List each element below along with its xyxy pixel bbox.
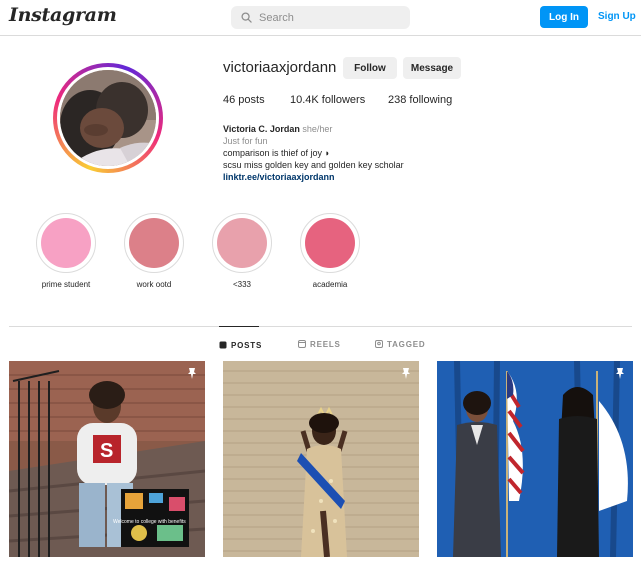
highlight-label: prime student	[41, 280, 91, 289]
reels-icon	[298, 340, 306, 348]
grid-icon	[219, 341, 227, 349]
full-name: Victoria C. Jordan	[223, 124, 300, 134]
pin-icon	[402, 368, 410, 379]
bio-line: scsu miss golden key and golden key scho…	[223, 160, 404, 170]
highlight-academia[interactable]: academia	[285, 213, 375, 289]
post-photo: S Welcome to college with benefits	[9, 361, 205, 557]
log-in-button[interactable]: Log In	[540, 6, 588, 28]
posts-count: 46 posts	[223, 94, 265, 106]
search-box[interactable]	[231, 6, 410, 29]
highlight-label: work ootd	[136, 280, 172, 289]
search-input[interactable]	[259, 8, 399, 27]
pronouns: she/her	[302, 124, 333, 134]
follow-button[interactable]: Follow	[343, 57, 397, 79]
followers-count[interactable]: 10.4K followers	[290, 94, 365, 106]
top-navigation-bar: Instagram Log In Sign Up	[0, 0, 641, 36]
post-thumbnail[interactable]: S Welcome to college with benefits	[9, 361, 205, 557]
highlight-cover	[217, 218, 267, 268]
profile-category: Just for fun	[223, 136, 268, 146]
tagged-icon	[375, 340, 383, 348]
highlight-cover	[41, 218, 91, 268]
highlight-prime-student[interactable]: prime student	[21, 213, 111, 289]
instagram-logo[interactable]: Instagram	[9, 4, 117, 26]
highlight-label: <333	[232, 280, 252, 289]
sign-text: Welcome to college with benefits	[113, 519, 186, 525]
message-button[interactable]: Message	[403, 57, 461, 79]
tab-reels[interactable]: REELS	[298, 326, 341, 364]
profile-bio: Victoria C. Jordan she/her Just for fun …	[223, 123, 404, 183]
highlight-333[interactable]: <333	[197, 213, 287, 289]
post-photo	[437, 361, 633, 557]
search-icon	[241, 12, 252, 23]
tab-tagged[interactable]: TAGGED	[375, 326, 425, 364]
highlight-work-ootd[interactable]: work ootd	[109, 213, 199, 289]
tab-posts[interactable]: POSTS	[219, 326, 261, 364]
following-count[interactable]: 238 following	[388, 94, 452, 106]
avatar	[60, 70, 156, 166]
highlight-label: academia	[312, 280, 348, 289]
highlight-cover	[305, 218, 355, 268]
bio-line: comparison is thief of joy ◗	[223, 148, 330, 158]
profile-username: victoriaaxjordann	[223, 59, 337, 76]
post-photo	[223, 361, 419, 557]
highlight-cover	[129, 218, 179, 268]
post-thumbnail[interactable]	[223, 361, 419, 557]
bio-link[interactable]: linktr.ee/victoriaaxjordann	[223, 171, 404, 183]
sign-up-link[interactable]: Sign Up	[598, 11, 636, 22]
pin-icon	[188, 368, 196, 379]
svg-text:S: S	[100, 440, 113, 462]
profile-avatar-story-ring[interactable]	[53, 63, 163, 173]
pin-icon	[616, 368, 624, 379]
post-thumbnail[interactable]	[437, 361, 633, 557]
